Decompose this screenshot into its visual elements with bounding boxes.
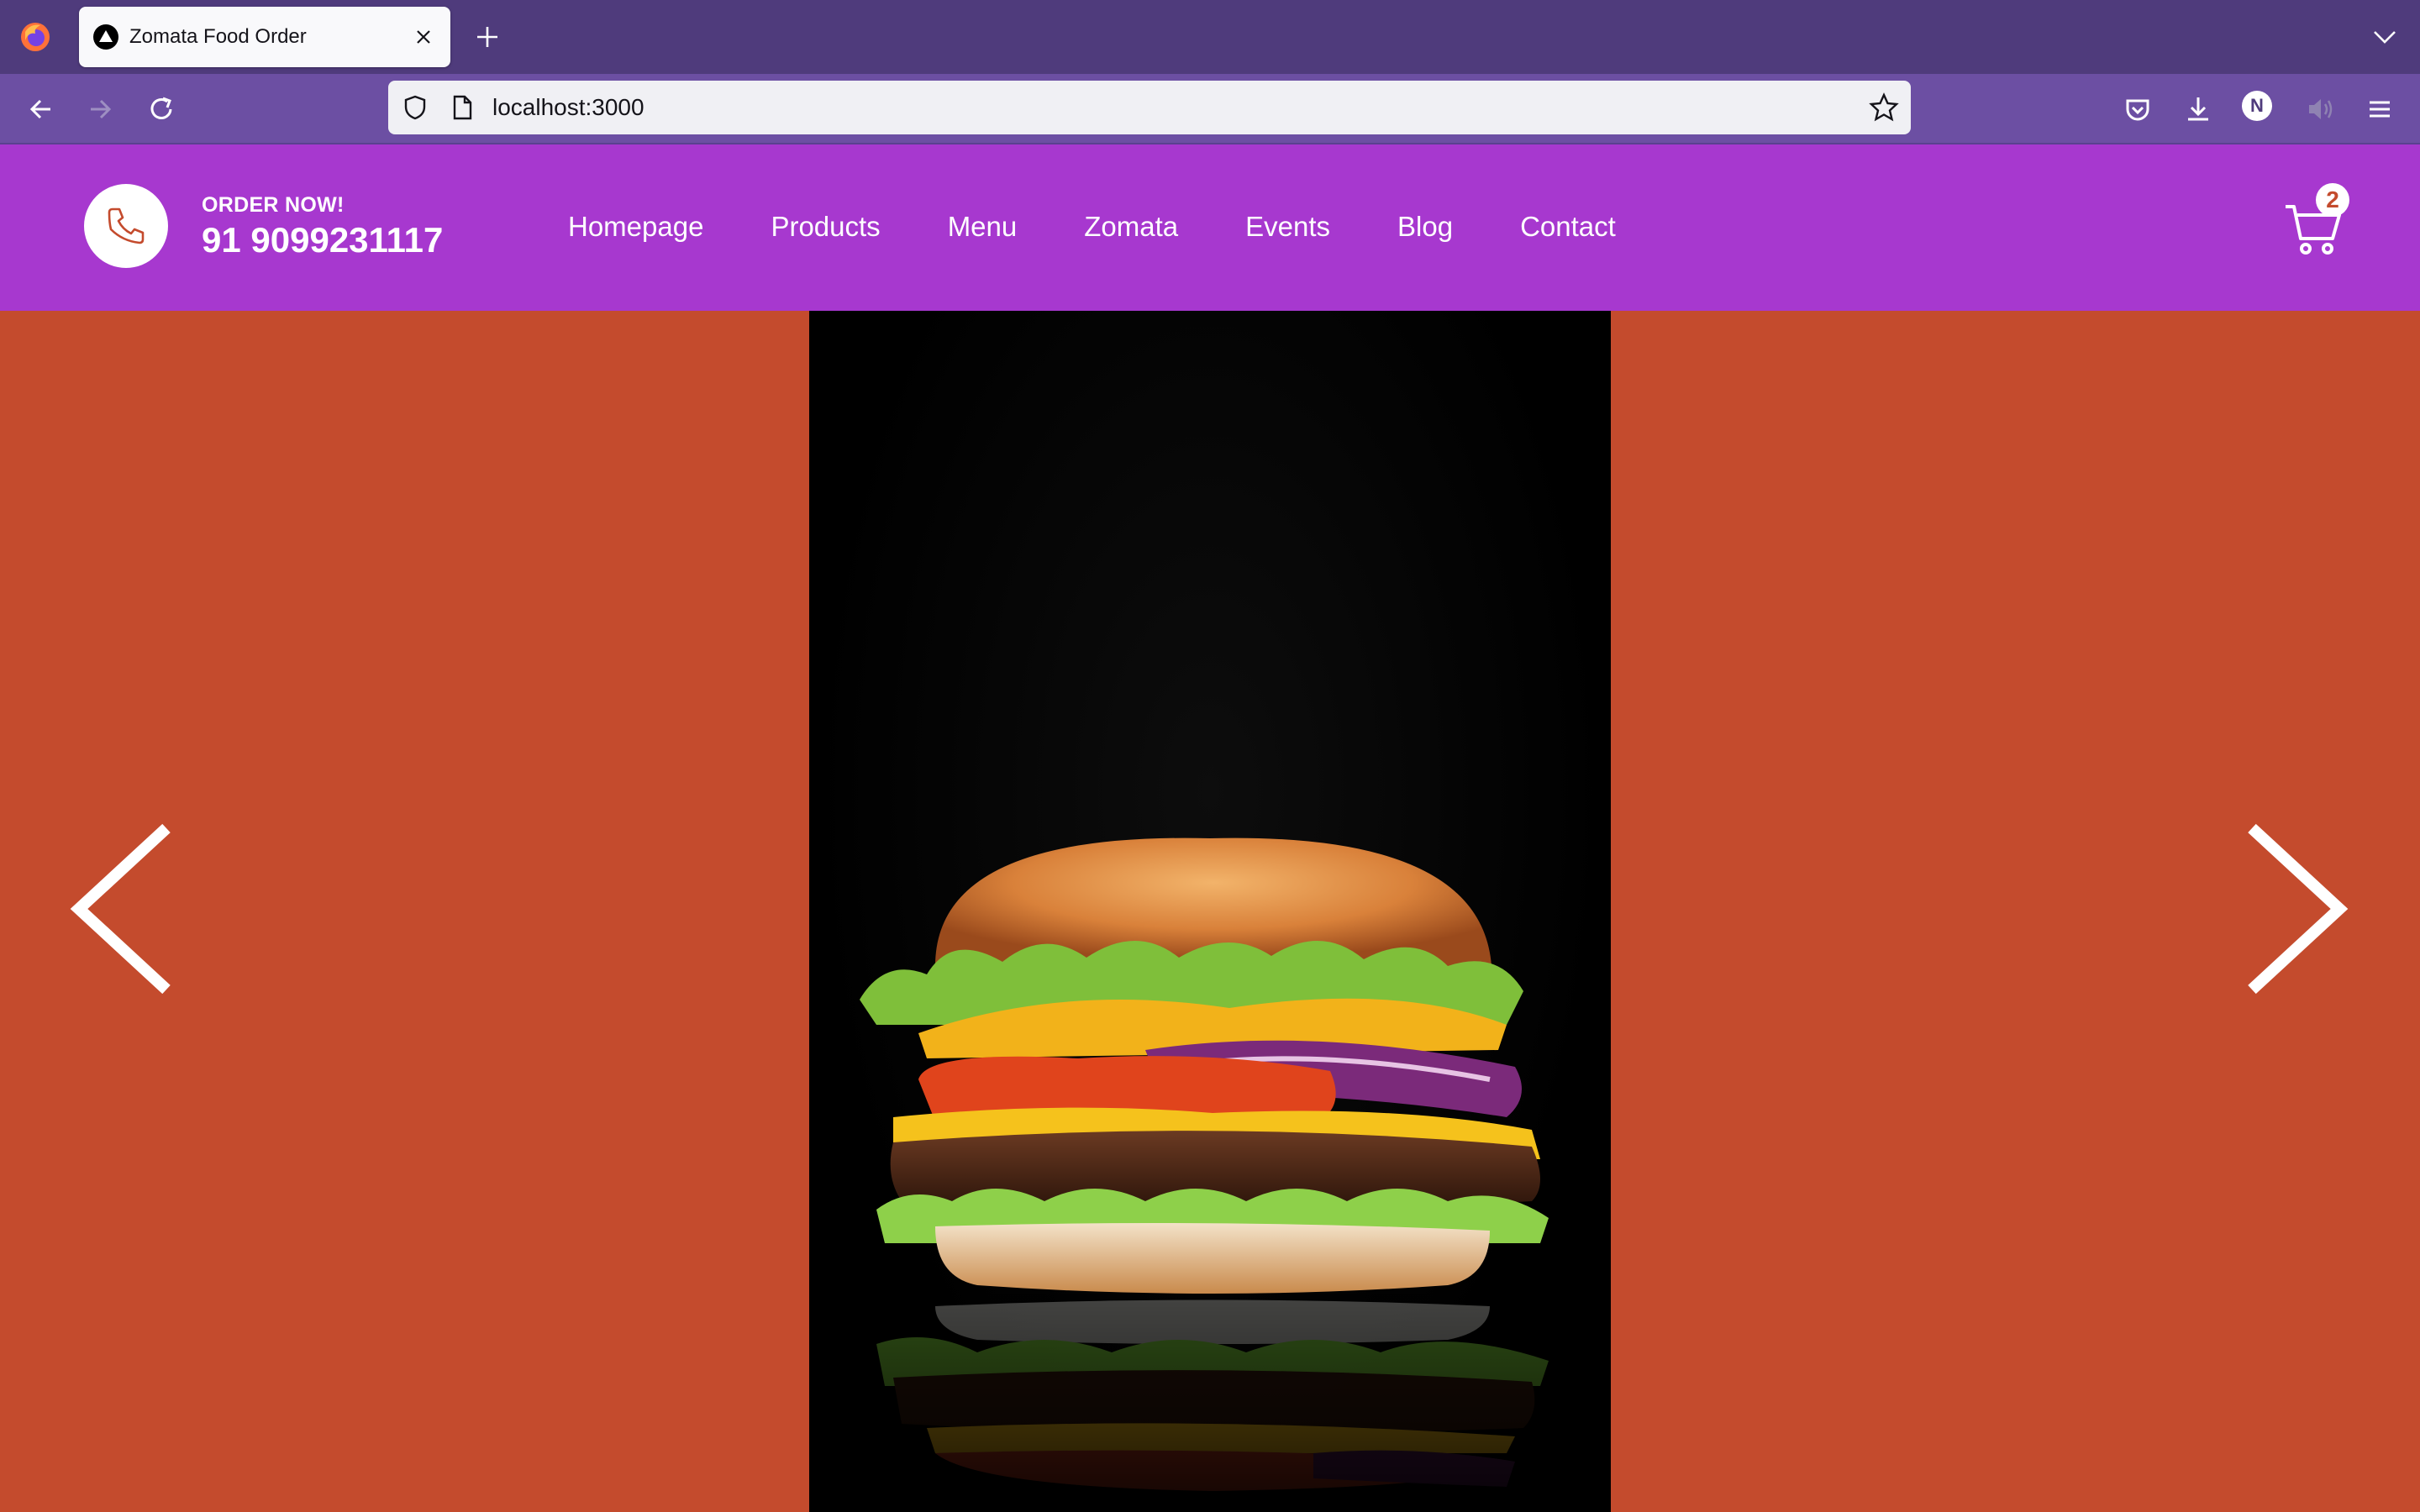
tab-title: Zomata Food Order <box>129 25 307 48</box>
site-favicon-icon <box>93 24 118 50</box>
nav-menu[interactable]: Menu <box>948 210 1018 244</box>
bookmark-star-icon[interactable] <box>1869 92 1899 123</box>
forward-icon[interactable] <box>84 92 118 126</box>
nav-events[interactable]: Events <box>1245 210 1330 244</box>
browser-tab-bar: Zomata Food Order <box>0 0 2420 74</box>
order-now-label: ORDER NOW! <box>202 193 345 217</box>
page-info-icon[interactable] <box>449 94 476 121</box>
close-tab-icon[interactable] <box>412 25 435 49</box>
cart-count-badge: 2 <box>2316 183 2349 217</box>
next-slide-arrow-icon[interactable] <box>2242 822 2351 998</box>
firefox-logo-icon[interactable] <box>18 20 52 54</box>
nav-blog[interactable]: Blog <box>1397 210 1453 244</box>
phone-number[interactable]: 91 9099231117 <box>202 220 443 260</box>
pocket-icon[interactable] <box>2121 92 2154 126</box>
list-all-tabs-icon[interactable] <box>2371 25 2398 49</box>
nav-contact[interactable]: Contact <box>1520 210 1616 244</box>
reload-icon[interactable] <box>145 92 178 126</box>
app-menu-icon[interactable] <box>2363 92 2396 126</box>
site-header: ORDER NOW! 91 9099231117 Homepage Produc… <box>0 144 2420 311</box>
account-avatar[interactable]: N <box>2242 91 2272 121</box>
previous-slide-arrow-icon[interactable] <box>67 822 176 998</box>
phone-icon <box>108 207 145 244</box>
tracking-protection-shield-icon[interactable] <box>402 94 429 121</box>
burger-image <box>809 311 1611 1512</box>
nav-zomata[interactable]: Zomata <box>1084 210 1178 244</box>
hero-slider <box>0 311 2420 1512</box>
url-bar[interactable]: localhost:3000 <box>388 81 1911 134</box>
nav-products[interactable]: Products <box>771 210 880 244</box>
new-tab-icon[interactable] <box>474 24 501 50</box>
browser-toolbar: localhost:3000 <box>0 74 2420 144</box>
phone-button[interactable] <box>84 184 168 268</box>
nav-homepage[interactable]: Homepage <box>568 210 703 244</box>
url-text[interactable]: localhost:3000 <box>492 92 644 123</box>
back-icon[interactable] <box>24 92 57 126</box>
downloads-icon[interactable] <box>2181 92 2215 126</box>
main-nav: Homepage Products Menu Zomata Events Blo… <box>568 210 1683 244</box>
speaker-muted-icon[interactable] <box>2302 92 2336 126</box>
active-tab[interactable]: Zomata Food Order <box>79 7 450 67</box>
